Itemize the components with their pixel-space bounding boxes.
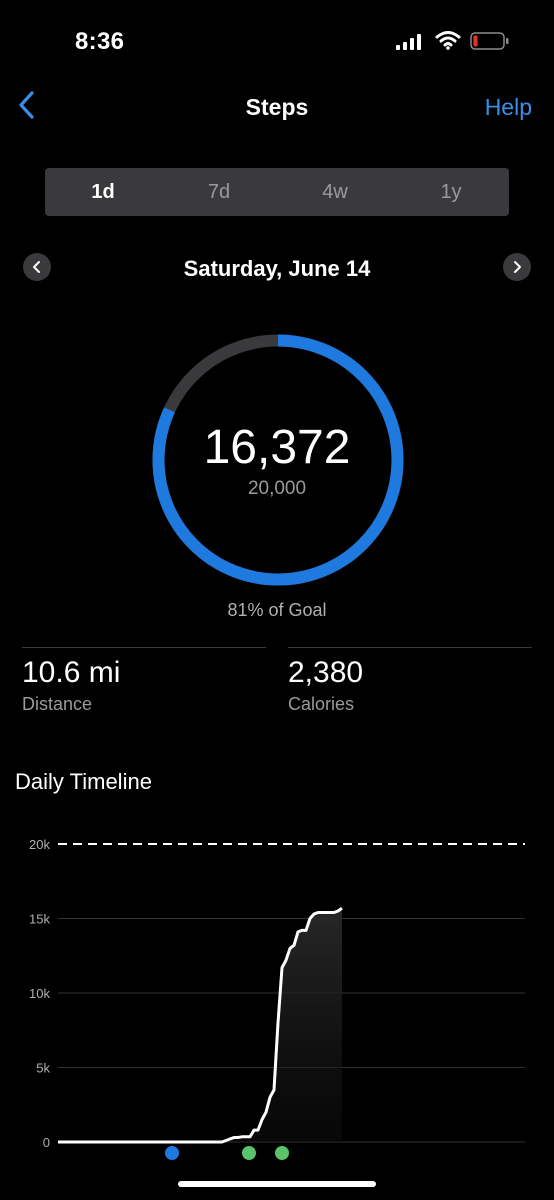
tab-1d[interactable]: 1d: [45, 168, 161, 216]
y-tick-label: 10k: [29, 986, 50, 1001]
steps-count: 16,372: [203, 421, 351, 474]
distance-label: Distance: [22, 694, 93, 714]
battery-low-icon: [470, 32, 509, 50]
divider: [22, 647, 266, 648]
y-tick-label: 0: [43, 1135, 50, 1150]
next-day-button[interactable]: [503, 253, 531, 281]
daily-timeline-chart: 0 5k 10k 15k 20k: [29, 837, 525, 1160]
calories-value: 2,380: [288, 656, 364, 689]
help-link[interactable]: Help: [485, 94, 532, 121]
divider: [288, 647, 532, 648]
steps-area: [58, 908, 342, 1142]
activity-marker: [165, 1146, 179, 1160]
activity-marker: [275, 1146, 289, 1160]
calories-label: Calories: [288, 694, 355, 714]
page-title: Steps: [245, 94, 309, 120]
tab-7d[interactable]: 7d: [161, 168, 277, 216]
cellular-signal-icon: [396, 34, 421, 50]
home-indicator: [178, 1181, 376, 1187]
steps-goal: 20,000: [247, 478, 307, 499]
goal-percentage: 81% of Goal: [227, 600, 327, 620]
wifi-icon: [435, 31, 461, 50]
period-segmented-control: 1d 7d 4w 1y: [45, 168, 509, 216]
y-tick-label: 5k: [36, 1061, 50, 1076]
status-time: 8:36: [75, 28, 125, 55]
tab-1y[interactable]: 1y: [393, 168, 509, 216]
date-label: Saturday, June 14: [183, 256, 371, 281]
distance-value: 10.6 mi: [22, 656, 121, 689]
y-tick-label: 20k: [29, 837, 50, 852]
timeline-title: Daily Timeline: [15, 769, 152, 794]
chevron-right-icon: [514, 261, 521, 273]
y-tick-label: 15k: [29, 912, 50, 927]
tab-4w[interactable]: 4w: [277, 168, 393, 216]
activity-marker: [242, 1146, 256, 1160]
